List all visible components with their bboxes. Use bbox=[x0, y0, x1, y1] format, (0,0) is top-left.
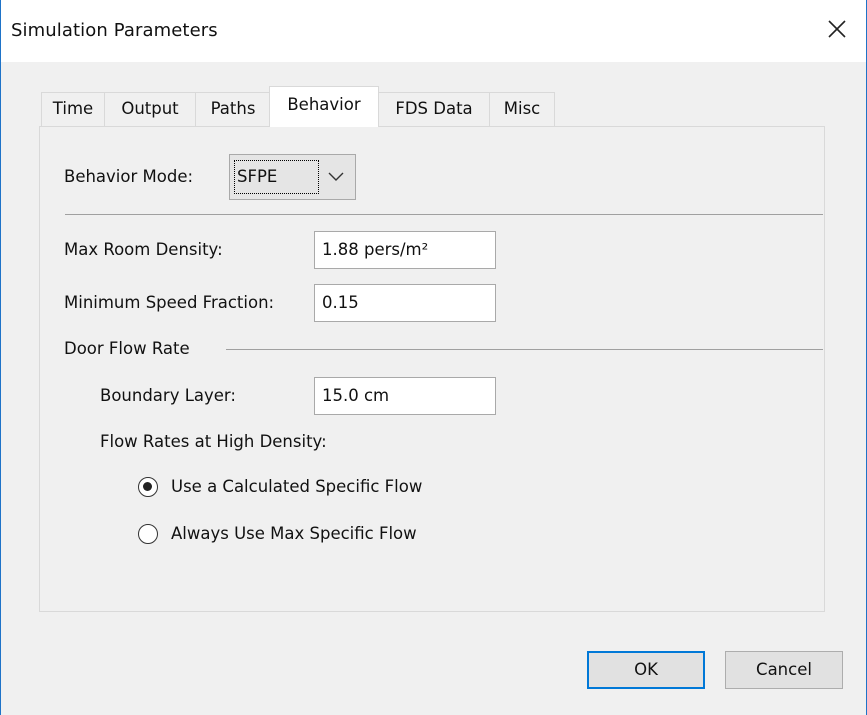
tab-paths[interactable]: Paths bbox=[195, 92, 271, 126]
flow-rates-high-density-label: Flow Rates at High Density: bbox=[100, 432, 327, 451]
tab-fds-data[interactable]: FDS Data bbox=[378, 92, 490, 126]
close-button[interactable] bbox=[822, 14, 852, 44]
window-title: Simulation Parameters bbox=[11, 20, 218, 41]
boundary-layer-field[interactable]: 15.0 cm bbox=[314, 377, 496, 415]
radio-selected-dot bbox=[143, 482, 152, 491]
behavior-tab-panel bbox=[39, 126, 825, 612]
tab-misc[interactable]: Misc bbox=[489, 92, 555, 126]
tab-output[interactable]: Output bbox=[104, 92, 196, 126]
boundary-layer-label: Boundary Layer: bbox=[100, 386, 236, 405]
behavior-mode-label: Behavior Mode: bbox=[64, 167, 194, 186]
min-speed-fraction-field[interactable]: 0.15 bbox=[314, 284, 496, 322]
simulation-parameters-dialog: Simulation Parameters Time Output Paths … bbox=[0, 0, 867, 715]
calculated-specific-flow-radio[interactable] bbox=[138, 477, 158, 497]
tab-label: FDS Data bbox=[395, 99, 473, 118]
door-flow-rate-label: Door Flow Rate bbox=[64, 339, 190, 358]
tab-label: Behavior bbox=[287, 95, 361, 114]
tab-behavior[interactable]: Behavior bbox=[269, 86, 379, 127]
group-separator bbox=[226, 349, 823, 350]
tab-time[interactable]: Time bbox=[41, 92, 105, 126]
close-icon bbox=[828, 20, 846, 38]
tab-label: Paths bbox=[210, 99, 256, 118]
behavior-mode-select[interactable]: SFPE bbox=[229, 154, 356, 200]
cancel-button[interactable]: Cancel bbox=[725, 651, 843, 689]
max-room-density-label: Max Room Density: bbox=[64, 240, 223, 259]
chevron-down-icon bbox=[327, 169, 345, 183]
title-bar: Simulation Parameters bbox=[1, 0, 866, 62]
max-specific-flow-radio[interactable] bbox=[138, 524, 158, 544]
ok-button[interactable]: OK bbox=[587, 651, 705, 689]
separator bbox=[65, 214, 823, 215]
behavior-mode-value: SFPE bbox=[234, 160, 319, 194]
max-specific-flow-label[interactable]: Always Use Max Specific Flow bbox=[171, 524, 417, 543]
tab-label: Output bbox=[121, 99, 179, 118]
tab-label: Time bbox=[52, 99, 94, 118]
max-room-density-field[interactable]: 1.88 pers/m² bbox=[314, 231, 496, 269]
calculated-specific-flow-label[interactable]: Use a Calculated Specific Flow bbox=[171, 477, 422, 496]
tab-label: Misc bbox=[503, 99, 541, 118]
min-speed-fraction-label: Minimum Speed Fraction: bbox=[64, 293, 275, 312]
